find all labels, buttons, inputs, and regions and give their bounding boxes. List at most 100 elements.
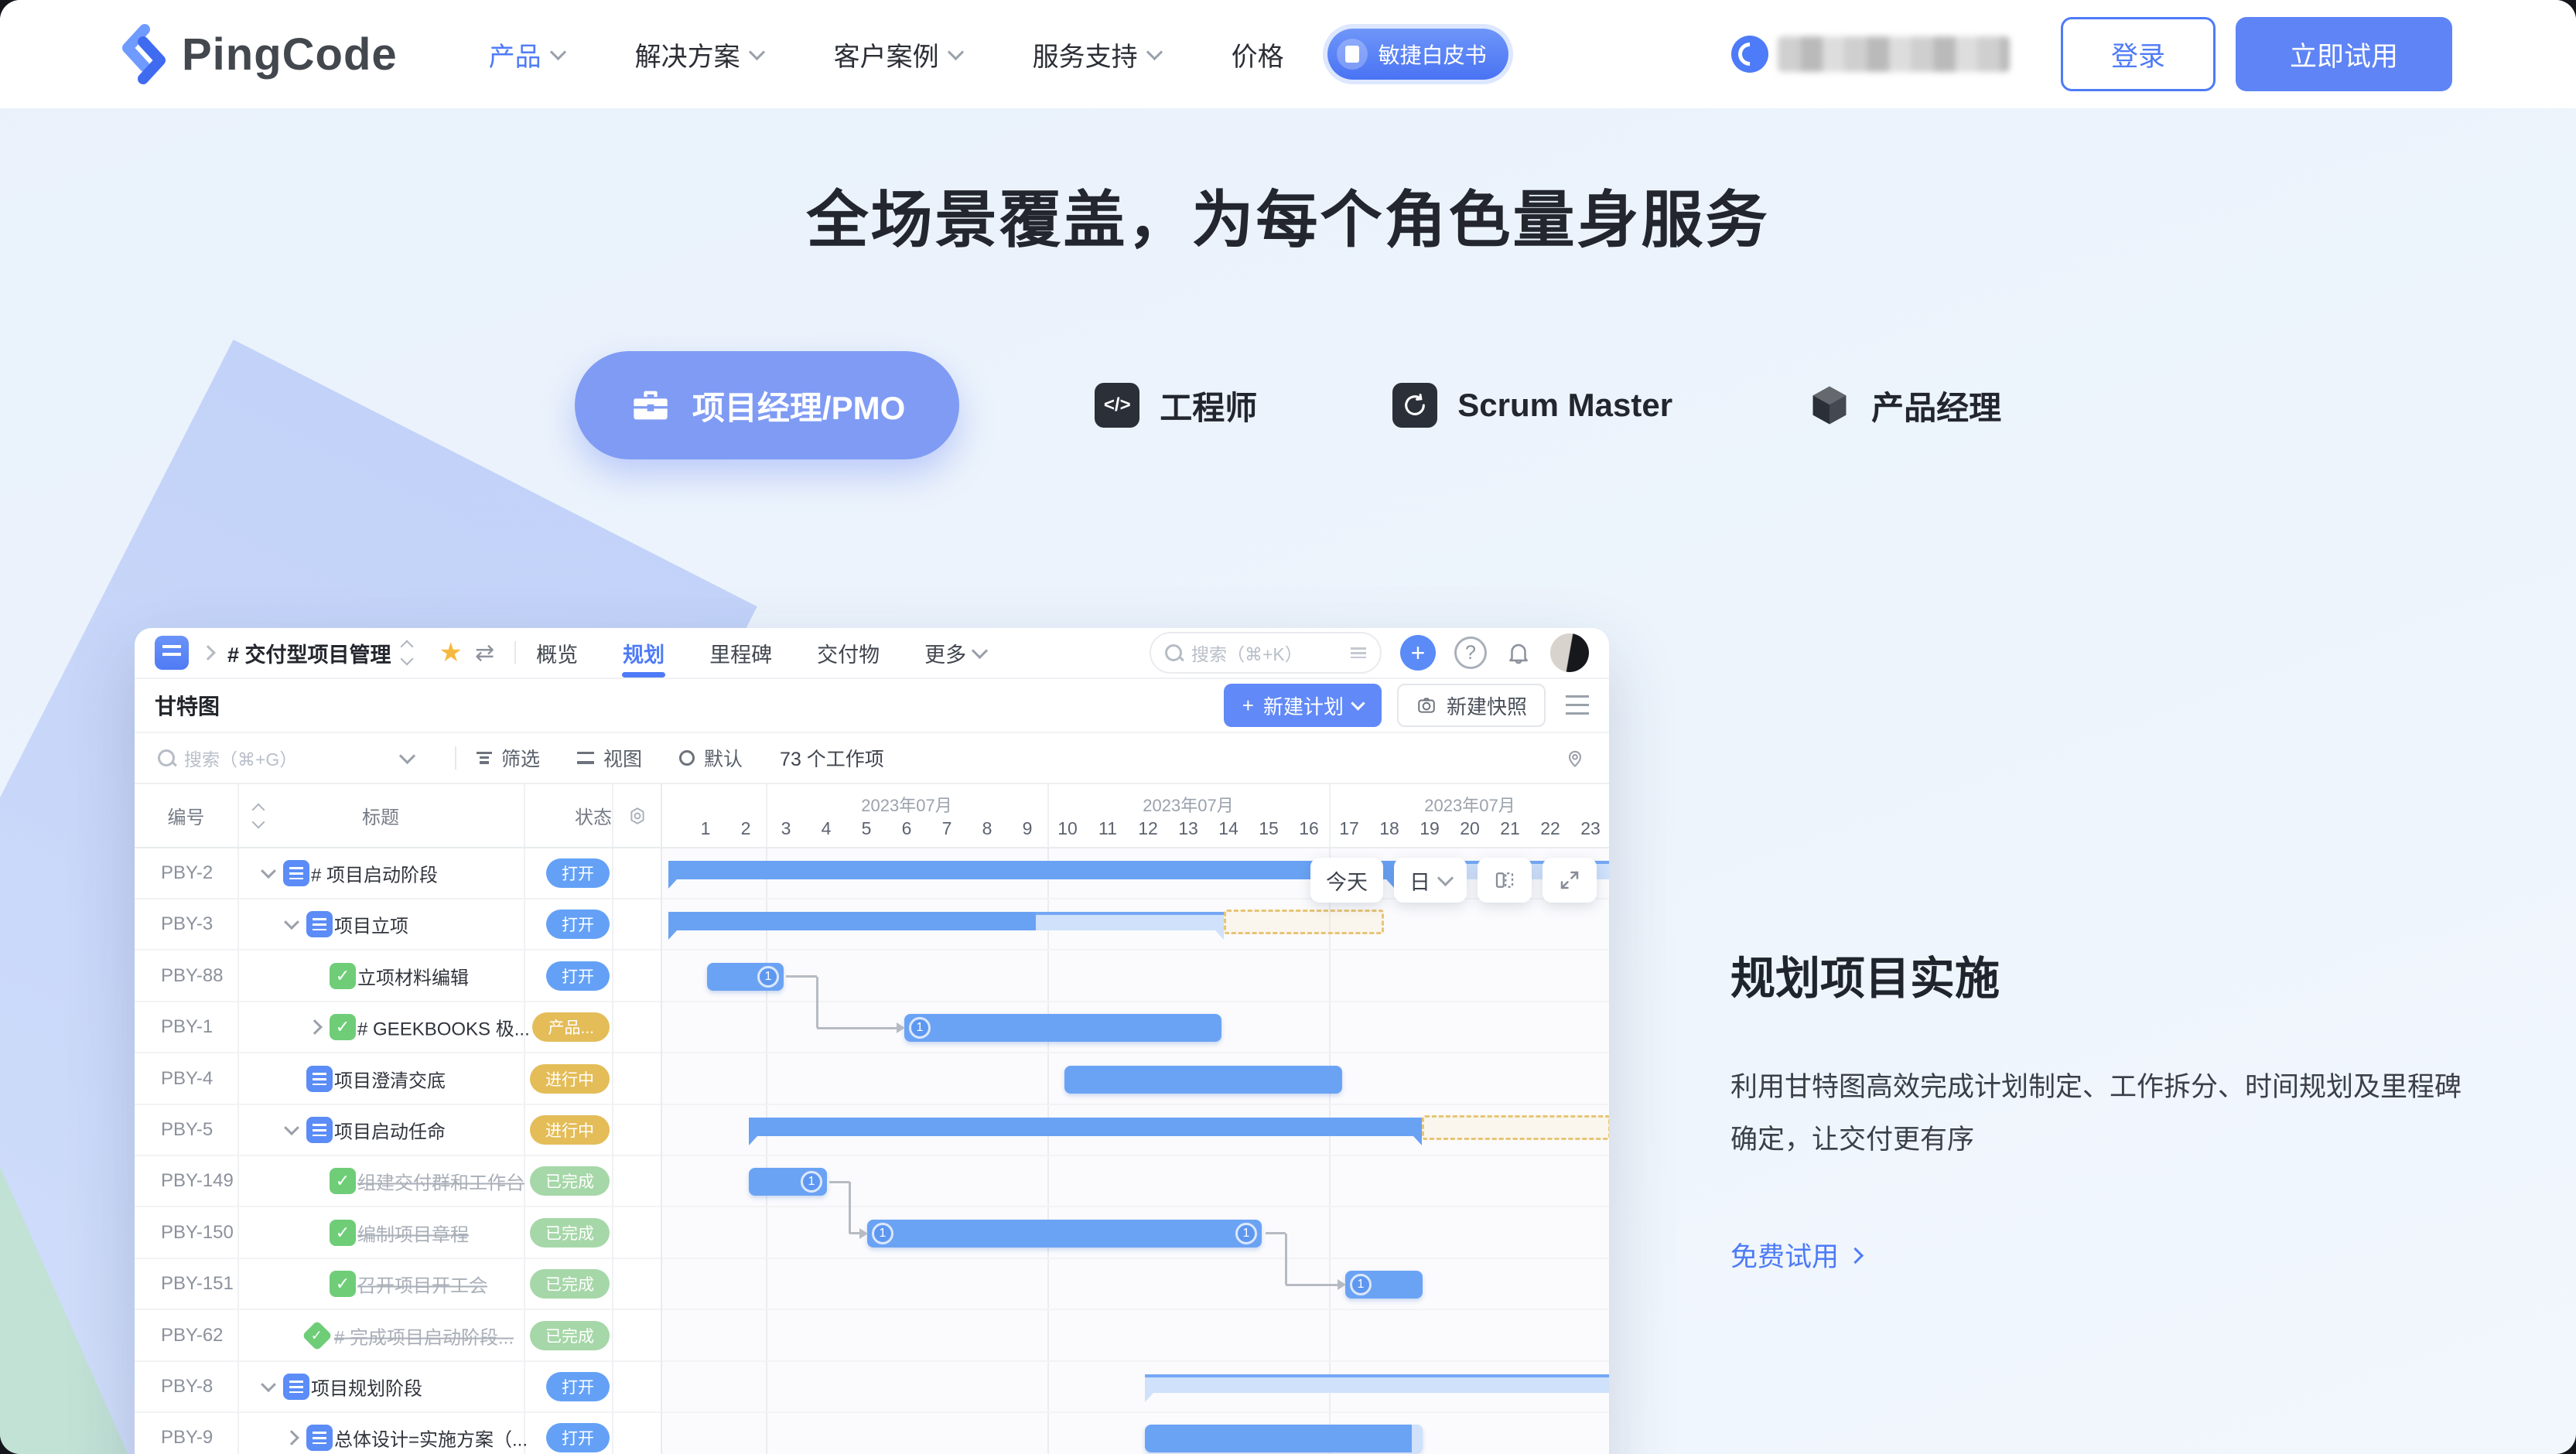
gantt-task-bar[interactable]	[1064, 1066, 1342, 1094]
table-row[interactable]: PBY-8项目规划阶段打开	[135, 1362, 661, 1413]
status-badge[interactable]: 打开	[546, 858, 610, 888]
new-snapshot-button[interactable]: 新建快照	[1397, 684, 1546, 727]
avatar[interactable]	[1550, 633, 1589, 672]
table-row[interactable]: PBY-88✓立项材料编辑打开	[135, 951, 661, 1002]
status-badge[interactable]: 进行中	[530, 1115, 610, 1145]
favorite-star-icon[interactable]: ★	[439, 637, 463, 668]
gantt-task-bar[interactable]	[904, 1014, 1221, 1042]
pingcode-logo[interactable]: PingCode	[120, 23, 398, 85]
status-badge[interactable]: 打开	[546, 1423, 610, 1452]
app-header-right: 搜索（⌘+K） + ?	[1150, 632, 1589, 674]
global-search-input[interactable]: 搜索（⌘+K）	[1150, 632, 1382, 674]
gantt-summary-bar[interactable]	[668, 912, 1036, 930]
table-row[interactable]: PBY-3项目立项打开	[135, 899, 661, 951]
notifications-bell-icon[interactable]	[1505, 639, 1532, 667]
app-tab[interactable]: 规划	[623, 628, 664, 678]
nav-item[interactable]: 客户案例	[834, 36, 962, 73]
nav-item[interactable]: 服务支持	[1033, 36, 1160, 73]
status-badge[interactable]: 产品...	[532, 1012, 610, 1042]
add-button[interactable]: +	[1400, 635, 1436, 671]
view-settings-button[interactable]: 视图	[577, 744, 642, 772]
list-view-icon[interactable]	[1566, 695, 1589, 715]
table-row[interactable]: PBY-5项目启动任命进行中	[135, 1105, 661, 1156]
table-row[interactable]: PBY-149✓组建交付群和工作台已完成	[135, 1156, 661, 1207]
collapse-chevron-icon[interactable]	[261, 863, 276, 879]
gantt-summary-bar[interactable]	[1224, 910, 1384, 934]
app-tab[interactable]: 概览	[536, 628, 578, 678]
today-button[interactable]: 今天	[1310, 858, 1383, 903]
gantt-task-bar[interactable]	[867, 1220, 1262, 1248]
role-tab[interactable]: </>工程师	[1095, 382, 1257, 429]
status-badge[interactable]: 已完成	[530, 1218, 610, 1248]
scrum-icon	[1392, 383, 1437, 428]
app-tab[interactable]: 交付物	[817, 628, 880, 678]
whitepaper-badge[interactable]: 敏捷白皮书	[1327, 29, 1508, 80]
summary-notch	[668, 879, 677, 889]
status-badge[interactable]: 已完成	[530, 1321, 610, 1350]
column-header-title: 标题	[237, 784, 524, 847]
free-trial-link[interactable]: 免费试用	[1730, 1235, 1861, 1275]
collapse-chevron-icon[interactable]	[284, 915, 299, 930]
workitem-count: 73 个工作项	[780, 744, 884, 772]
nav-item[interactable]: 价格	[1232, 36, 1284, 73]
collapse-chevron-icon[interactable]	[284, 1120, 299, 1135]
status-badge[interactable]: 已完成	[530, 1166, 610, 1196]
feature-description: 利用甘特图高效完成计划制定、工作拆分、时间规划及里程碑确定，让交付更有序	[1730, 1061, 2481, 1167]
default-view-button[interactable]: 默认	[679, 744, 743, 772]
nav-item[interactable]: 解决方案	[635, 36, 763, 73]
table-row[interactable]: PBY-4项目澄清交底进行中	[135, 1054, 661, 1105]
gantt-task-bar[interactable]	[1145, 1425, 1423, 1452]
gantt-summary-bar[interactable]	[1036, 912, 1224, 930]
app-tab[interactable]: 更多	[924, 628, 986, 678]
table-row[interactable]: PBY-150✓编制项目章程已完成	[135, 1208, 661, 1259]
status-badge[interactable]: 进行中	[530, 1064, 610, 1094]
status-badge[interactable]: 已完成	[530, 1269, 610, 1299]
help-button[interactable]: ?	[1454, 637, 1487, 669]
project-switcher-icon[interactable]	[402, 642, 412, 664]
gantt-summary-bar[interactable]	[1145, 1374, 1609, 1393]
new-plan-button[interactable]: + 新建计划	[1224, 684, 1382, 727]
column-settings-icon[interactable]	[612, 784, 662, 847]
task-title: 项目立项	[334, 911, 408, 938]
gantt-toolbar: 甘特图 + 新建计划 新建快照	[135, 679, 1609, 733]
table-row[interactable]: PBY-151✓召开项目开工会已完成	[135, 1259, 661, 1310]
table-row[interactable]: PBY-2# 项目启动阶段打开	[135, 848, 661, 899]
status-badge[interactable]: 打开	[546, 961, 610, 991]
locate-pin-icon[interactable]	[1564, 746, 1586, 770]
status-badge[interactable]: 打开	[546, 910, 610, 939]
role-tab[interactable]: Scrum Master	[1392, 383, 1672, 428]
swap-icon[interactable]: ⇄	[475, 640, 494, 667]
gantt-search-input[interactable]: 搜索（⌘+G）	[158, 745, 413, 771]
logo-text: PingCode	[182, 29, 398, 80]
table-row[interactable]: PBY-62✓# 完成项目启动阶段...已完成	[135, 1311, 661, 1362]
table-row[interactable]: PBY-9总体设计=实施方案（...打开	[135, 1413, 661, 1454]
task-type-check-icon: ✓	[330, 1014, 356, 1040]
day-label: 17	[1329, 818, 1369, 839]
task-id: PBY-88	[161, 965, 224, 987]
app-tab-label: 概览	[536, 638, 578, 668]
status-badge[interactable]: 打开	[546, 1372, 610, 1401]
collapse-chevron-icon[interactable]	[261, 1377, 276, 1392]
gantt-summary-bar[interactable]	[749, 1118, 1422, 1136]
filter-button[interactable]: 筛选	[477, 744, 540, 772]
expand-chevron-icon[interactable]	[284, 1430, 299, 1445]
gantt-row	[662, 1362, 1609, 1413]
breadcrumb[interactable]: # 交付型项目管理	[227, 638, 391, 668]
project-icon[interactable]	[155, 636, 189, 670]
trial-button[interactable]: 立即试用	[2236, 17, 2452, 91]
gantt-summary-bar[interactable]	[1422, 1115, 1609, 1140]
toggle-panel-button[interactable]	[1478, 858, 1532, 903]
role-tab[interactable]: 项目经理/PMO	[575, 351, 959, 459]
role-tab[interactable]: 产品经理	[1808, 382, 2001, 429]
login-button[interactable]: 登录	[2061, 17, 2216, 91]
table-row[interactable]: PBY-1✓# GEEKBOOKS 极...产品...	[135, 1002, 661, 1053]
expand-chevron-icon[interactable]	[307, 1019, 323, 1035]
app-tab[interactable]: 里程碑	[709, 628, 772, 678]
time-unit-dropdown[interactable]: 日	[1394, 858, 1467, 903]
fullscreen-button[interactable]	[1543, 858, 1597, 903]
page-title: 全场景覆盖，为每个角色量身服务	[0, 108, 2576, 260]
nav-item[interactable]: 产品	[489, 36, 564, 73]
pingcode-logo-icon	[120, 23, 168, 85]
gantt-summary-bar[interactable]	[668, 861, 1395, 879]
new-snapshot-label: 新建快照	[1447, 691, 1527, 720]
